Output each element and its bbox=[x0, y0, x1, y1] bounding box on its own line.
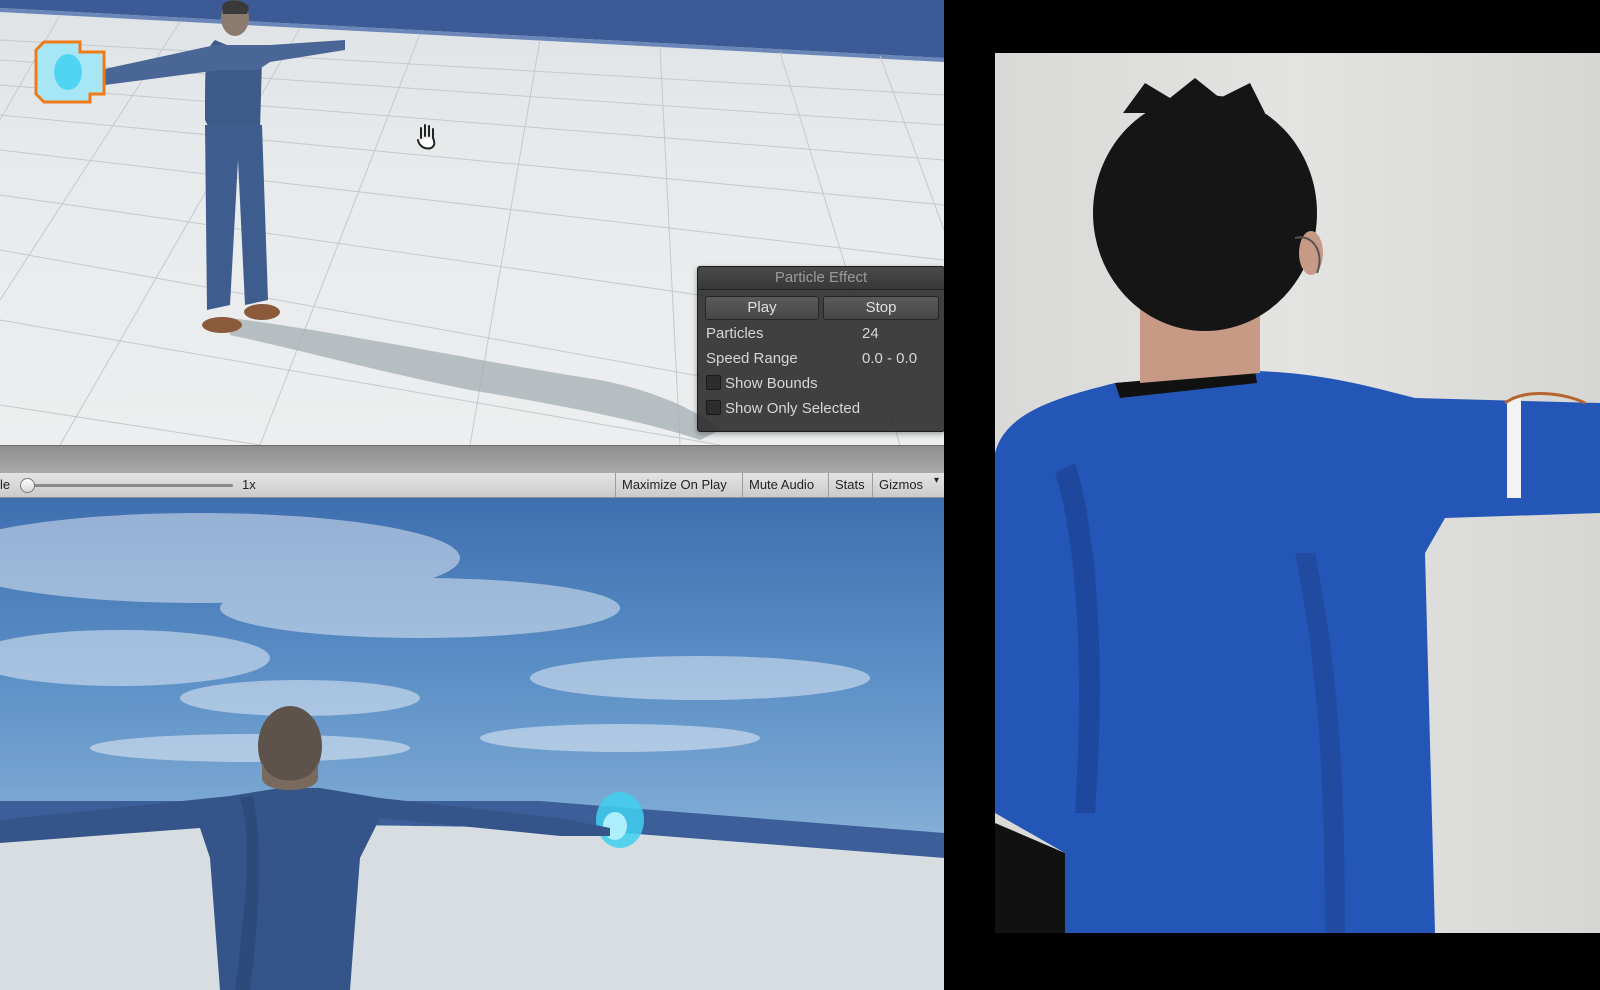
camera-feed bbox=[995, 53, 1600, 933]
stop-button[interactable]: Stop bbox=[823, 296, 939, 320]
speed-range-value: 0.0 - 0.0 bbox=[862, 350, 918, 367]
scale-value: 1x bbox=[242, 477, 256, 492]
particle-effect-panel: Particle Effect Play Stop Particles 24 S… bbox=[697, 266, 944, 432]
particle-effect-title: Particle Effect bbox=[698, 267, 944, 290]
show-bounds-checkbox[interactable] bbox=[706, 375, 721, 390]
scale-label: le bbox=[0, 477, 11, 492]
gizmos-button[interactable]: Gizmos bbox=[872, 473, 929, 497]
show-bounds-label: Show Bounds bbox=[725, 375, 818, 392]
stats-button[interactable]: Stats bbox=[828, 473, 871, 497]
particles-label: Particles bbox=[706, 325, 764, 342]
scale-slider[interactable] bbox=[28, 484, 233, 487]
game-view bbox=[0, 498, 944, 990]
particle-system-icon[interactable] bbox=[34, 40, 106, 104]
show-only-selected-checkbox[interactable] bbox=[706, 400, 721, 415]
speed-range-label: Speed Range bbox=[706, 350, 798, 367]
maximize-on-play-button[interactable]: Maximize On Play bbox=[615, 473, 733, 497]
game-view-toolbar: le 1x Maximize On Play Mute Audio Stats … bbox=[0, 473, 944, 498]
view-divider[interactable] bbox=[0, 445, 944, 473]
show-only-selected-toggle[interactable]: Show Only Selected bbox=[706, 398, 860, 420]
gizmos-dropdown-icon[interactable]: ▾ bbox=[934, 475, 939, 486]
particles-value: 24 bbox=[862, 325, 879, 342]
scene-view[interactable]: Particle Effect Play Stop Particles 24 S… bbox=[0, 0, 944, 445]
scene-character bbox=[100, 0, 345, 333]
mute-audio-button[interactable]: Mute Audio bbox=[742, 473, 820, 497]
hand-icon bbox=[417, 124, 436, 150]
game-scene bbox=[0, 513, 944, 990]
camera-person bbox=[995, 78, 1600, 933]
show-only-selected-label: Show Only Selected bbox=[725, 400, 861, 417]
play-button[interactable]: Play bbox=[705, 296, 819, 320]
scale-slider-thumb[interactable] bbox=[20, 478, 35, 493]
show-bounds-toggle[interactable]: Show Bounds bbox=[706, 373, 818, 395]
